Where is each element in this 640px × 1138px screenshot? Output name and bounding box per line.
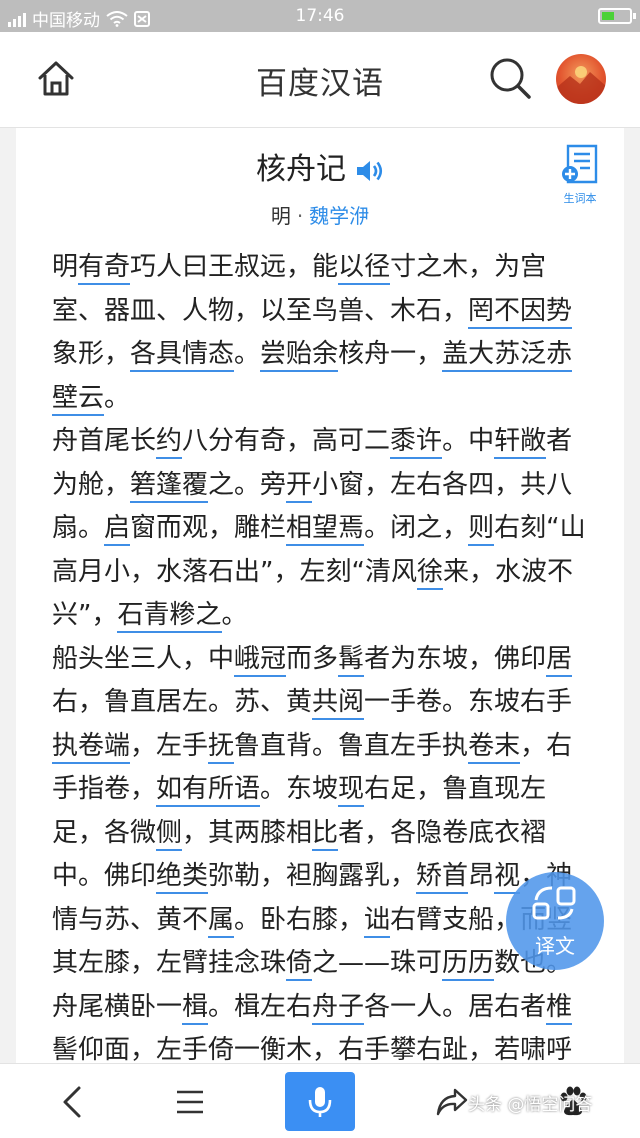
annotated-word[interactable]: 舟子 [312,991,365,1025]
poem-text: 八分有奇，高可二 [182,426,391,456]
poem-text: 舟尾横卧一 [52,991,183,1022]
author-line: 明 · 魏学洢 [16,200,624,229]
poem-text: 右，鲁直居左。苏、黄 [52,687,313,717]
annotated-word[interactable]: 约 [156,426,183,459]
annotated-word[interactable]: 侧 [156,817,183,851]
poem-text: 。卧右膝， [234,904,365,935]
dynasty-label: 明 [270,204,291,228]
annotated-word[interactable]: 相望焉 [286,513,365,546]
poem-text: 鲁直背。鲁直左手执 [234,730,469,761]
poem-text: 象形， [52,339,131,369]
annotated-word[interactable]: 以 [338,252,365,285]
annotated-word[interactable]: 居 [546,643,573,677]
poem-text: 之。旁 [208,469,287,500]
poem-text: 。 [234,339,261,369]
annotated-word[interactable]: 罔不因势 [468,295,573,329]
annotated-word[interactable]: 绝类 [156,861,209,894]
poem-text: 巧人曰王叔远，能 [130,252,339,282]
poem-text: 。 [104,382,131,413]
poem-text: 。 [221,600,248,630]
poem-text: 昂 [468,861,495,891]
annotated-word[interactable]: 楫 [182,991,209,1025]
share-icon [436,1088,468,1115]
author-link[interactable]: 魏学洢 [309,204,369,228]
poem-text: 而多 [286,643,339,674]
poem-text: 木，右手 [286,1035,391,1063]
annotated-word[interactable]: 有奇 [78,252,131,285]
annotated-word[interactable]: 倚 [286,948,313,981]
annotated-word[interactable]: 属 [208,904,235,938]
annotated-word[interactable]: 执卷端 [52,730,131,764]
poem-text: 一手卷。东坡右手 [364,687,573,717]
poem-paragraph: 舟尾横卧一楫。楫左右舟子各一人。居右者椎髻仰面，左手倚一衡木，右手攀右趾，若啸呼… [52,986,592,1063]
annotated-word[interactable]: 箬篷覆 [130,469,209,503]
speaker-icon[interactable] [354,158,384,184]
poem-text: 明 [52,252,79,282]
back-icon [63,1086,81,1117]
app-header: 百度汉语 [0,32,640,128]
translate-label: 译文 [535,934,575,958]
poem-text: 。闭之， [364,513,469,543]
annotated-word[interactable]: 卷末 [468,730,521,764]
translate-button[interactable]: 译文 [506,872,604,970]
annotated-word[interactable]: 抚 [208,730,235,764]
annotated-word[interactable]: 径 [364,252,391,285]
poem-paragraph: 明有奇巧人曰王叔远，能以径寸之木，为宫室、器皿、人物，以至鸟兽、木石，罔不因势象… [52,246,592,420]
translate-icon [532,886,576,920]
poem-text: ，左手 [130,730,209,761]
vocab-book-icon [562,144,598,184]
poem-text: 各一人。居右者 [364,991,547,1022]
annotated-word[interactable]: 髯 [338,643,365,677]
poem-text: 核舟一， [338,339,443,369]
battery-icon [598,8,636,24]
search-icon[interactable] [486,54,534,102]
annotated-word[interactable]: 黍许 [390,426,443,459]
poem-paragraph: 舟首尾长约八分有奇，高可二黍许。中轩敞者为舱，箬篷覆之。旁开小窗，左右各四，共八… [52,420,592,638]
status-bar: 中国移动 17:46 [0,0,640,32]
annotated-word[interactable]: 现 [338,774,365,807]
annotated-word[interactable]: 比 [312,817,339,851]
poem-title-row: 核舟记 [16,144,624,188]
back-button[interactable] [40,1064,104,1138]
poem-text: 窗而观，雕栏 [130,513,287,543]
poem-title: 核舟记 [256,152,346,187]
microphone-icon [308,1086,332,1117]
annotated-word[interactable]: 轩敞 [494,426,547,459]
annotated-word[interactable]: 各具情态 [130,339,235,372]
watermark: 头条 @悟空问答 [468,1095,593,1115]
menu-button[interactable] [158,1064,222,1138]
poem-text: 者为东坡，佛印 [364,643,547,674]
annotated-word[interactable]: 如有所语 [156,774,261,807]
vocab-book-button[interactable]: 生词本 [560,144,600,206]
status-time: 17:46 [295,6,345,26]
annotated-word[interactable]: 尝贻余 [260,339,339,372]
poem-text: 之——珠可 [312,948,443,978]
annotated-word[interactable]: 共阅 [312,687,365,720]
annotated-word[interactable]: 则 [468,513,495,546]
annotated-word[interactable]: 矫首 [416,861,469,894]
poem-text: 弥勒，袒胸露乳， [208,861,417,891]
annotated-word[interactable]: 攀 [390,1035,417,1063]
annotated-word[interactable]: 衡 [260,1035,287,1063]
poem-text: 。东坡 [260,774,339,804]
annotated-word[interactable]: 石青糁之 [117,600,222,633]
poem-text: 仰面，左手倚一 [78,1035,261,1063]
annotated-word[interactable]: 启 [104,513,131,546]
annotated-word[interactable]: 峨冠 [234,643,287,677]
poem-text: 。楫左右 [208,991,313,1022]
menu-icon [177,1090,203,1113]
poem-text: 船头坐三人，中 [52,643,235,674]
annotated-word[interactable]: 诎 [364,904,391,938]
poem-text: ，其两膝相 [182,817,313,848]
page-title: 百度汉语 [256,66,384,102]
poem-text: 舟首尾长 [52,426,157,456]
avatar[interactable] [556,54,606,104]
annotated-word[interactable]: 开 [286,469,313,503]
author-separator: · [296,204,304,228]
poem-text: 。中 [442,426,495,456]
voice-search-button[interactable] [285,1072,355,1131]
annotated-word[interactable]: 历历 [442,948,495,981]
annotated-word[interactable]: 徐 [416,556,443,590]
